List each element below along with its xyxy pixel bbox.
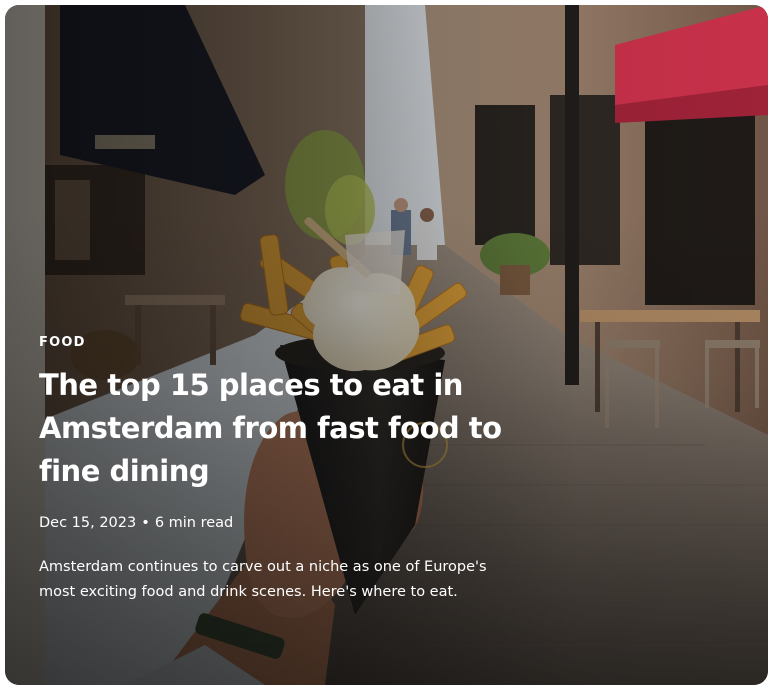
article-meta: Dec 15, 2023 • 6 min read (39, 515, 509, 531)
card-content: FOOD The top 15 places to eat in Amsterd… (39, 335, 509, 605)
category-label[interactable]: FOOD (39, 335, 509, 350)
publish-date: Dec 15, 2023 (39, 515, 137, 531)
meta-separator: • (141, 515, 150, 531)
article-description: Amsterdam continues to carve out a niche… (39, 559, 487, 600)
article-card[interactable]: FOOD The top 15 places to eat in Amsterd… (5, 5, 768, 685)
article-title[interactable]: The top 15 places to eat in Amsterdam fr… (39, 364, 509, 493)
read-time: 6 min read (154, 515, 234, 531)
